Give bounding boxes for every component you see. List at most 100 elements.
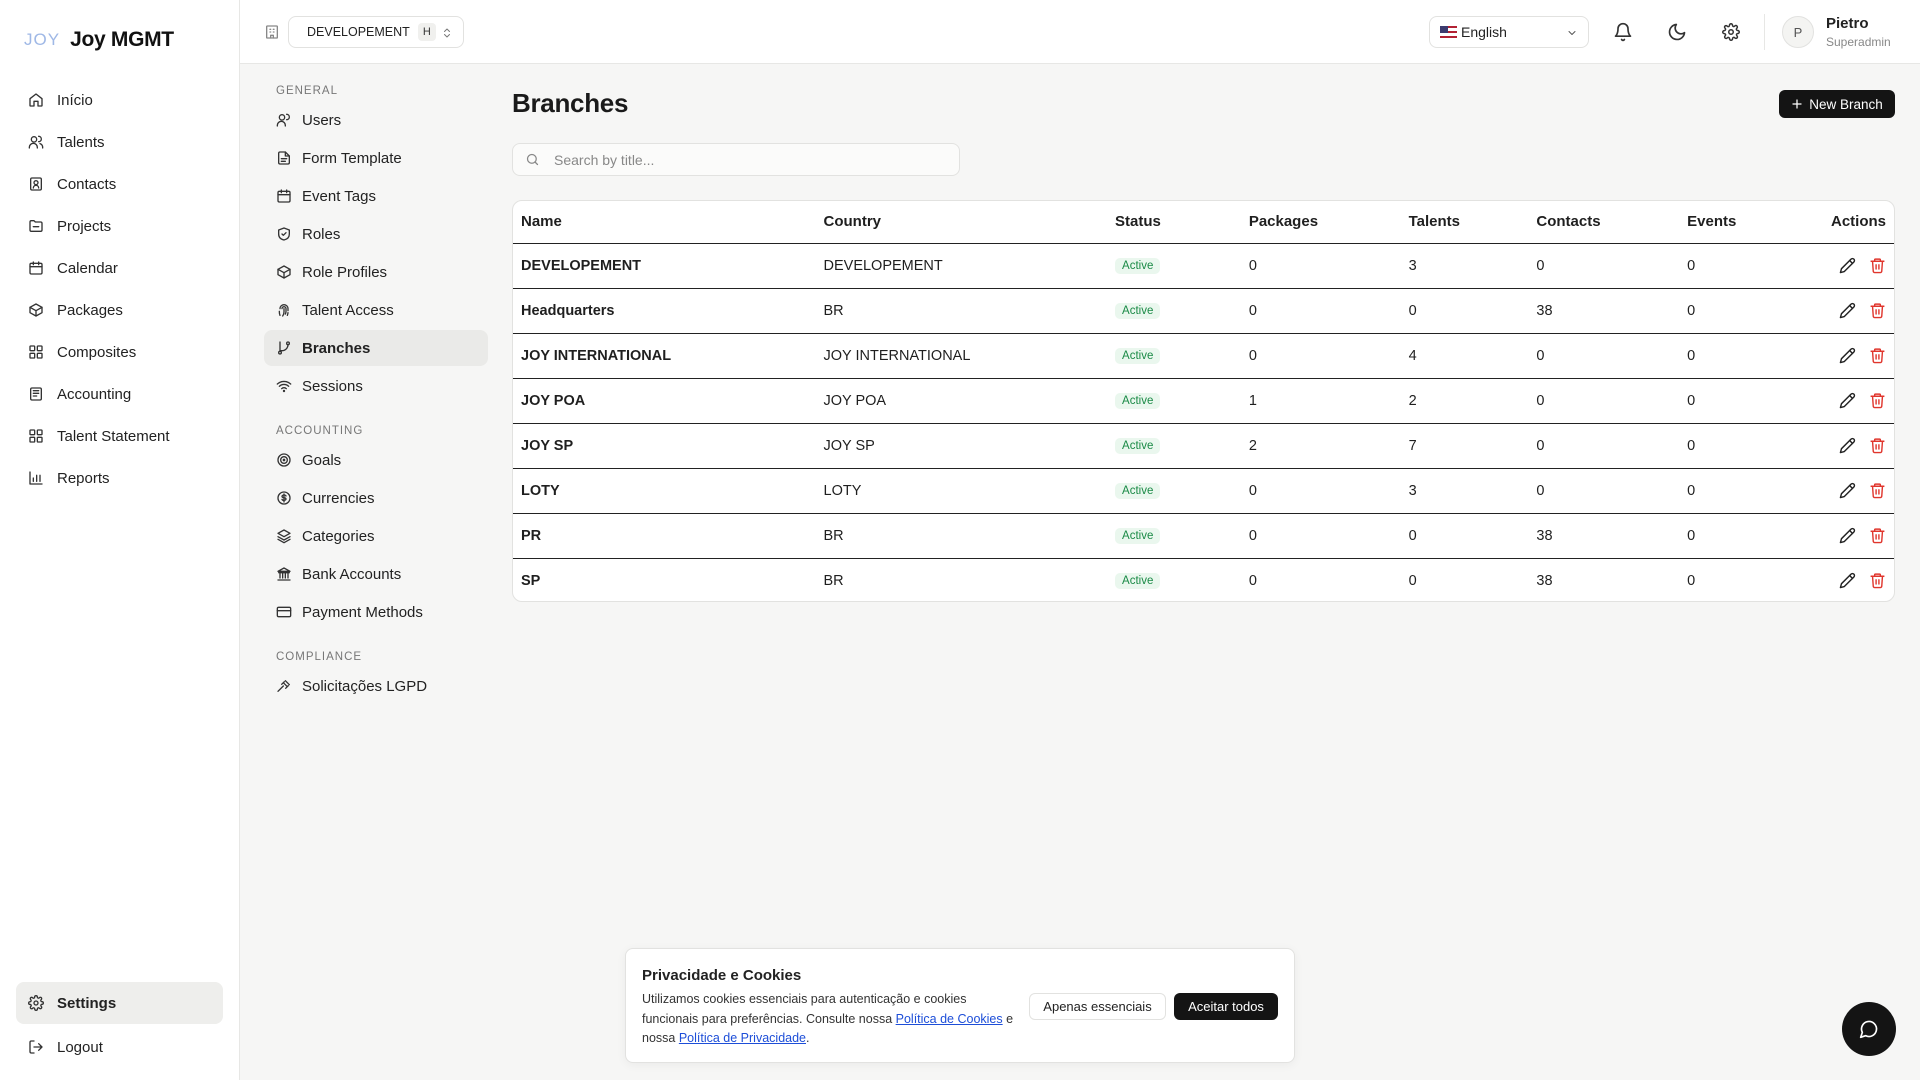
header-packages[interactable]: Packages — [1240, 201, 1401, 244]
new-branch-button[interactable]: New Branch — [1779, 90, 1895, 118]
brand-logo: JOY — [24, 30, 61, 49]
status-badge: Active — [1115, 438, 1161, 454]
table-row[interactable]: JOY POA JOY POA Active 1 2 0 0 — [513, 378, 1894, 424]
table-row[interactable]: Headquarters BR Active 0 0 38 0 — [513, 288, 1894, 334]
table-row[interactable]: DEVELOPEMENT DEVELOPEMENT Active 0 3 0 0 — [513, 243, 1894, 289]
nav-item-talent-statement[interactable]: Talent Statement — [16, 415, 224, 457]
search-icon — [525, 152, 540, 167]
header-name[interactable]: Name — [513, 201, 816, 244]
trash-icon[interactable] — [1869, 572, 1886, 589]
nav-item-calendar[interactable]: Calendar — [16, 247, 224, 289]
language-select[interactable]: English — [1429, 16, 1589, 48]
cell-events: 0 — [1679, 333, 1799, 379]
trash-icon[interactable] — [1869, 527, 1886, 544]
settings-item-bank-accounts[interactable]: Bank Accounts — [264, 556, 488, 592]
moon-icon[interactable] — [1667, 22, 1687, 42]
header-events[interactable]: Events — [1679, 201, 1799, 244]
nav-item-projects[interactable]: Projects — [16, 205, 224, 247]
chat-button[interactable] — [1842, 1002, 1896, 1056]
edit-icon[interactable] — [1839, 482, 1856, 499]
edit-icon[interactable] — [1839, 257, 1856, 274]
settings-item-event-tags[interactable]: Event Tags — [264, 178, 488, 214]
cell-events: 0 — [1679, 423, 1799, 469]
trash-icon[interactable] — [1869, 392, 1886, 409]
cell-talents: 7 — [1400, 423, 1529, 469]
settings-item-payment-methods[interactable]: Payment Methods — [264, 594, 488, 630]
nav-item-settings[interactable]: Settings — [16, 982, 223, 1024]
settings-item-users[interactable]: Users — [264, 102, 488, 138]
table-row[interactable]: JOY INTERNATIONAL JOY INTERNATIONAL Active… — [513, 333, 1894, 379]
gear-icon[interactable] — [1722, 23, 1740, 41]
cell-name: JOY INTERNATIONAL — [513, 333, 816, 379]
settings-item-roles[interactable]: Roles — [264, 216, 488, 252]
trash-icon[interactable] — [1869, 482, 1886, 499]
trash-icon[interactable] — [1869, 347, 1886, 364]
plus-icon — [1791, 98, 1803, 110]
nav-item-composites[interactable]: Composites — [16, 331, 224, 373]
settings-item-currencies[interactable]: Currencies — [264, 480, 488, 516]
cell-talents: 3 — [1400, 243, 1529, 289]
header-contacts[interactable]: Contacts — [1528, 201, 1680, 244]
trash-icon[interactable] — [1869, 257, 1886, 274]
table-row[interactable]: LOTY LOTY Active 0 3 0 0 — [513, 468, 1894, 514]
settings-item-label: Categories — [302, 527, 375, 545]
search-input[interactable] — [554, 151, 934, 168]
accept-all-button[interactable]: Aceitar todos — [1174, 993, 1278, 1020]
header-country[interactable]: Country — [815, 201, 1108, 244]
edit-icon[interactable] — [1839, 347, 1856, 364]
settings-item-label: Payment Methods — [302, 603, 423, 621]
nav-item-contacts[interactable]: Contacts — [16, 163, 224, 205]
credit-card-icon — [276, 604, 292, 620]
nav-item-packages[interactable]: Packages — [16, 289, 224, 331]
nav-item-inicio[interactable]: Início — [16, 79, 224, 121]
edit-icon[interactable] — [1839, 437, 1856, 454]
nav-item-talents[interactable]: Talents — [16, 121, 224, 163]
header-talents[interactable]: Talents — [1400, 201, 1529, 244]
cell-contacts: 0 — [1528, 378, 1680, 424]
edit-icon[interactable] — [1839, 392, 1856, 409]
essential-only-button[interactable]: Apenas essenciais — [1029, 993, 1166, 1020]
privacy-policy-link[interactable]: Política de Privacidade — [679, 1031, 806, 1045]
settings-item-talent-access[interactable]: Talent Access — [264, 292, 488, 328]
nav-label: Início — [57, 91, 93, 109]
avatar[interactable]: P — [1782, 16, 1814, 48]
edit-icon[interactable] — [1839, 527, 1856, 544]
settings-item-branches[interactable]: Branches — [264, 330, 488, 366]
status-badge: Active — [1115, 483, 1161, 499]
settings-item-categories[interactable]: Categories — [264, 518, 488, 554]
brand[interactable]: JOY Joy MGMT — [24, 28, 174, 52]
settings-item-sessions[interactable]: Sessions — [264, 368, 488, 404]
cell-packages: 0 — [1240, 288, 1401, 334]
settings-item-label: Goals — [302, 451, 342, 469]
nav-item-accounting[interactable]: Accounting — [16, 373, 224, 415]
table-header-row: Name Country Status Packages Talents Con… — [513, 201, 1894, 244]
edit-icon[interactable] — [1839, 302, 1856, 319]
search-box — [512, 143, 960, 176]
cookie-title: Privacidade e Cookies — [642, 967, 802, 984]
table-row[interactable]: PR BR Active 0 0 38 0 — [513, 513, 1894, 559]
header-status[interactable]: Status — [1107, 201, 1241, 244]
organization-select[interactable]: DEVELOPEMENT H — [288, 16, 464, 48]
settings-item-form-template[interactable]: Form Template — [264, 140, 488, 176]
edit-icon[interactable] — [1839, 572, 1856, 589]
settings-item-lgpd[interactable]: Solicitações LGPD — [264, 668, 488, 704]
cell-packages: 1 — [1240, 378, 1401, 424]
target-icon — [276, 452, 292, 468]
table-row[interactable]: JOY SP JOY SP Active 2 7 0 0 — [513, 423, 1894, 469]
cell-status: Active — [1107, 513, 1241, 559]
table-row[interactable]: SP BR Active 0 0 38 0 — [513, 558, 1894, 601]
nav-label: Packages — [57, 301, 123, 319]
nav-item-reports[interactable]: Reports — [16, 457, 224, 499]
cell-name: DEVELOPEMENT — [513, 243, 816, 289]
trash-icon[interactable] — [1869, 302, 1886, 319]
settings-item-goals[interactable]: Goals — [264, 442, 488, 478]
nav-item-logout[interactable]: Logout — [16, 1026, 223, 1068]
page-title: Branches — [512, 88, 629, 118]
bell-icon[interactable] — [1613, 22, 1633, 42]
settings-item-role-profiles[interactable]: Role Profiles — [264, 254, 488, 290]
trash-icon[interactable] — [1869, 437, 1886, 454]
cookie-policy-link[interactable]: Política de Cookies — [896, 1012, 1003, 1026]
nav-label: Composites — [57, 343, 137, 361]
cell-talents: 2 — [1400, 378, 1529, 424]
status-badge: Active — [1115, 393, 1161, 409]
